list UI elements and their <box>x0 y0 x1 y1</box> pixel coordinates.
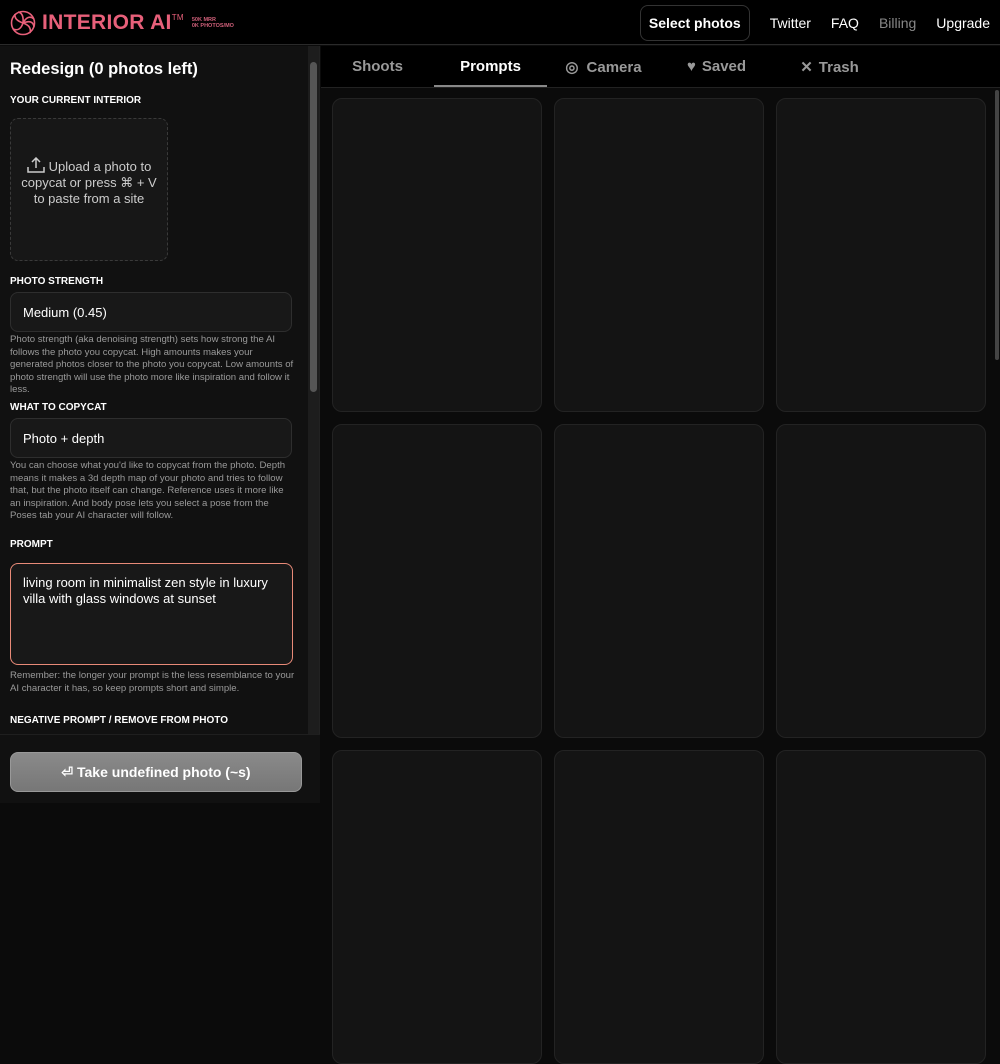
photo-grid <box>332 98 986 1064</box>
prompt-input[interactable]: living room in minimalist zen style in l… <box>10 563 293 665</box>
aperture-icon: ◎ <box>565 59 579 76</box>
nav-faq[interactable]: FAQ <box>831 15 859 31</box>
photo-placeholder[interactable] <box>554 424 764 738</box>
photo-placeholder[interactable] <box>332 750 542 1064</box>
photo-placeholder[interactable] <box>332 98 542 412</box>
brand-name: INTERIOR AITM <box>42 11 184 34</box>
current-interior-label: YOUR CURRENT INTERIOR <box>10 95 142 106</box>
take-photo-button[interactable]: ⏎ Take undefined photo (~s) <box>10 752 302 792</box>
prompt-help: Remember: the longer your prompt is the … <box>10 670 295 694</box>
photo-placeholder[interactable] <box>332 424 542 738</box>
sidebar-scrollbar[interactable] <box>310 62 317 392</box>
tab-prompts[interactable]: Prompts <box>434 46 547 87</box>
upload-icon <box>26 156 45 173</box>
x-icon: ✕ <box>800 59 813 76</box>
photo-placeholder[interactable] <box>554 98 764 412</box>
tab-bar: Shoots Prompts ◎ Camera ♥ Saved ✕ Trash <box>321 46 1000 88</box>
header: INTERIOR AITM 50K MRR 0K PHOTOS/MO Select… <box>0 0 1000 45</box>
main-scrollbar[interactable] <box>995 90 999 360</box>
prompt-label: PROMPT <box>10 539 53 550</box>
heart-icon: ♥ <box>686 58 696 75</box>
photo-strength-help: Photo strength (aka denoising strength) … <box>10 334 294 395</box>
photo-strength-select[interactable]: Medium (0.45) <box>10 292 292 332</box>
negative-prompt-label: NEGATIVE PROMPT / REMOVE FROM PHOTO <box>10 715 228 726</box>
copycat-select[interactable]: Photo + depth <box>10 418 292 458</box>
sidebar: Redesign (0 photos left) YOUR CURRENT IN… <box>0 46 320 803</box>
brand-stats: 50K MRR 0K PHOTOS/MO <box>191 17 234 29</box>
page-title: Redesign (0 photos left) <box>10 60 198 78</box>
copycat-label: WHAT TO COPYCAT <box>10 402 107 413</box>
top-nav: Select photos Twitter FAQ Billing Upgrad… <box>639 5 990 41</box>
sidebar-footer: ⏎ Take undefined photo (~s) <box>0 734 320 803</box>
copycat-help: You can choose what you'd like to copyca… <box>10 460 286 521</box>
logo[interactable]: INTERIOR AITM 50K MRR 0K PHOTOS/MO <box>10 10 234 36</box>
tab-saved[interactable]: ♥ Saved <box>660 46 773 87</box>
nav-upgrade[interactable]: Upgrade <box>936 15 990 31</box>
tab-camera[interactable]: ◎ Camera <box>547 46 660 87</box>
tab-shoots[interactable]: Shoots <box>321 46 434 87</box>
tab-trash[interactable]: ✕ Trash <box>773 46 886 87</box>
photo-placeholder[interactable] <box>776 750 986 1064</box>
photo-placeholder[interactable] <box>776 424 986 738</box>
upload-dropzone[interactable]: Upload a photo to copycat or press ⌘ + V… <box>10 118 168 261</box>
photo-strength-label: PHOTO STRENGTH <box>10 276 104 287</box>
photo-placeholder[interactable] <box>554 750 764 1064</box>
logo-swirl-icon <box>10 10 36 36</box>
photo-placeholder[interactable] <box>776 98 986 412</box>
select-photos-button[interactable]: Select photos <box>639 5 750 41</box>
nav-twitter[interactable]: Twitter <box>770 15 811 31</box>
nav-billing[interactable]: Billing <box>879 15 916 31</box>
